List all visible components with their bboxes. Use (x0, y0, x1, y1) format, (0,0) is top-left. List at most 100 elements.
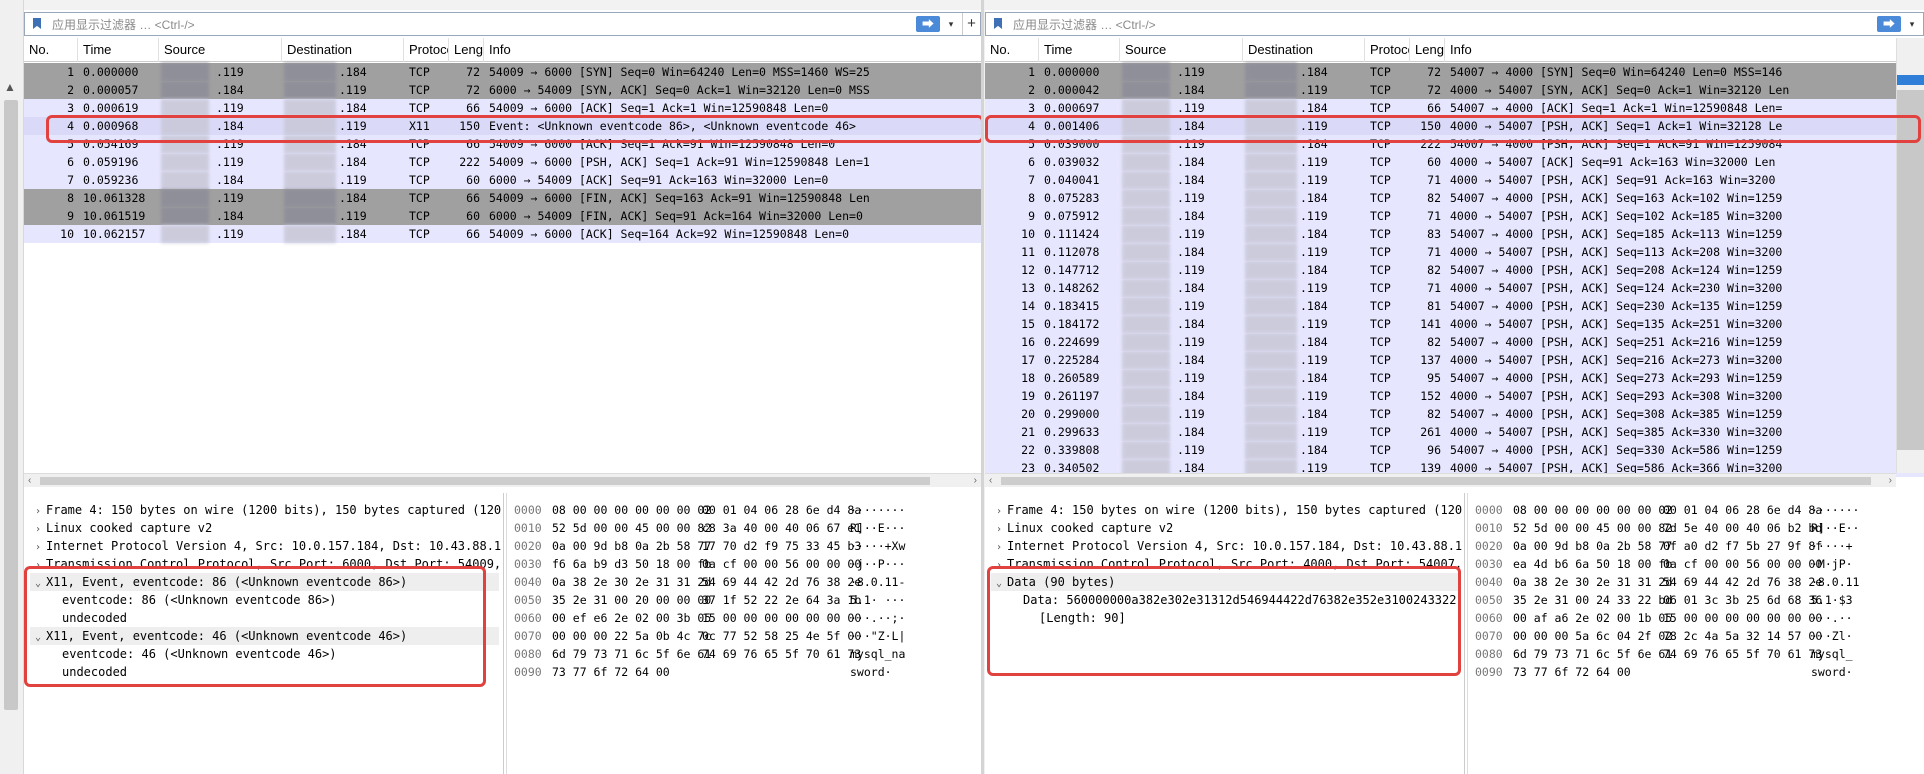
packet-row[interactable]: 5 0.039000 .119 .184 TCP 222 54007 → 4000 [PSH… (985, 135, 1924, 153)
redacted-source-prefix (1122, 261, 1170, 279)
scroll-right-icon[interactable]: › (1889, 474, 1892, 488)
outer-scrollbar-track[interactable] (4, 100, 18, 710)
detail-tree-item[interactable]: [Length: 90] (1023, 609, 1126, 627)
column-header-2[interactable]: Source (1120, 38, 1243, 62)
packet-row[interactable]: 6 0.059196 .119 .184 TCP 222 54009 → 6000 [PSH… (24, 153, 981, 171)
packet-row[interactable]: 17 0.225284 .184 .119 TCP 137 4000 → 54007 [PS… (985, 351, 1924, 369)
column-header-5[interactable]: Lengt (1410, 38, 1445, 62)
hex-a: 73 77 6f 72 64 00 (1513, 665, 1631, 679)
redacted-source-prefix (161, 207, 209, 225)
packet-row[interactable]: 1 0.000000 .119 .184 TCP 72 54009 → 6000 [SYN]… (24, 63, 981, 81)
packet-row[interactable]: 4 0.001406 .184 .119 TCP 150 4000 → 54007 [PSH… (985, 117, 1924, 135)
column-header-4[interactable]: Protoco (404, 38, 449, 62)
detail-tree-item[interactable]: ⌄ X11, Event, eventcode: 86 (<Unknown eve… (30, 573, 499, 591)
detail-tree-item[interactable]: › Linux cooked capture v2 (991, 519, 1173, 537)
packet-row[interactable]: 12 0.147712 .119 .184 TCP 82 54007 → 4000 [PSH… (985, 261, 1924, 279)
packet-row[interactable]: 10 0.111424 .119 .184 TCP 83 54007 → 4000 [PSH… (985, 225, 1924, 243)
packet-row[interactable]: 18 0.260589 .119 .184 TCP 95 54007 → 4000 [PSH… (985, 369, 1924, 387)
redacted-source-prefix (1122, 387, 1170, 405)
hscroll-thumb[interactable] (40, 477, 930, 485)
detail-tree-item[interactable]: ⌄ X11, Event, eventcode: 46 (<Unknown eve… (30, 627, 499, 645)
detail-tree-item[interactable]: › Internet Protocol Version 4, Src: 10.0.… (30, 537, 501, 555)
detail-tree-item[interactable]: › Transmission Control Protocol, Src Port… (30, 555, 501, 573)
detail-tree-item[interactable]: › Frame 4: 150 bytes on wire (1200 bits),… (991, 501, 1462, 519)
expand-chevron-icon[interactable]: ⌄ (991, 575, 1007, 593)
packet-row[interactable]: 1 0.000000 .119 .184 TCP 72 54007 → 4000 [SYN]… (985, 63, 1924, 81)
packet-row[interactable]: 4 0.000968 .184 .119 X11 150 Event: <Unknown e… (24, 117, 981, 135)
scroll-left-icon[interactable]: ‹ (28, 474, 31, 488)
scroll-right-icon[interactable]: › (974, 474, 977, 488)
detail-tree-item[interactable]: eventcode: 46 (<Unknown eventcode 46>) (46, 645, 337, 663)
packet-list-hscroll[interactable]: ‹ › (985, 473, 1896, 487)
packet-row[interactable]: 9 10.061519 .184 .119 TCP 60 6000 → 54009 [FIN… (24, 207, 981, 225)
column-header-0[interactable]: No. (24, 38, 78, 62)
packet-row[interactable]: 14 0.183415 .119 .184 TCP 81 54007 → 4000 [PSH… (985, 297, 1924, 315)
display-filter-bar[interactable]: 应用显示过滤器 … <Ctrl-/> ⮕ ▾ (985, 12, 1924, 36)
expand-chevron-icon[interactable]: ⌄ (30, 575, 46, 593)
hscroll-thumb[interactable] (1001, 477, 1871, 485)
cell-len: 222 (1420, 137, 1441, 151)
packet-row[interactable]: 13 0.148262 .184 .119 TCP 71 4000 → 54007 [PSH… (985, 279, 1924, 297)
detail-tree-item[interactable]: undecoded (46, 609, 127, 627)
detail-tree-item[interactable]: Data: 560000000a382e302e31312d546944422d… (1007, 591, 1456, 609)
column-header-5[interactable]: Lengt (449, 38, 484, 62)
filter-dropdown-icon[interactable]: ▾ (944, 19, 958, 30)
column-header-1[interactable]: Time (1039, 38, 1120, 62)
bookmark-icon[interactable] (991, 17, 1005, 31)
packet-row[interactable]: 6 0.039032 .184 .119 TCP 60 4000 → 54007 [ACK]… (985, 153, 1924, 171)
cell-dst: .119 (1300, 209, 1328, 223)
column-header-4[interactable]: Protoco (1365, 38, 1410, 62)
expand-chevron-icon[interactable]: ⌄ (30, 629, 46, 647)
detail-tree-item[interactable]: › Frame 4: 150 bytes on wire (1200 bits),… (30, 501, 501, 519)
packet-row[interactable]: 11 0.112078 .184 .119 TCP 71 4000 → 54007 [PSH… (985, 243, 1924, 261)
packet-row[interactable]: 5 0.054169 .119 .184 TCP 66 54009 → 6000 [ACK]… (24, 135, 981, 153)
filter-dropdown-icon[interactable]: ▾ (1905, 19, 1919, 30)
packet-row[interactable]: 3 0.000697 .119 .184 TCP 66 54007 → 4000 [ACK]… (985, 99, 1924, 117)
packet-row[interactable]: 8 10.061328 .119 .184 TCP 66 54009 → 6000 [FIN… (24, 189, 981, 207)
column-header-2[interactable]: Source (159, 38, 282, 62)
redacted-destination-prefix (1245, 369, 1297, 387)
display-filter-bar[interactable]: 应用显示过滤器 … <Ctrl-/> ⮕ ▾ + (24, 12, 981, 36)
cell-time: 0.054169 (83, 137, 139, 151)
bookmark-icon[interactable] (30, 17, 44, 31)
packet-row[interactable]: 22 0.339808 .119 .184 TCP 96 54007 → 4000 [PSH… (985, 441, 1924, 459)
display-filter-input[interactable]: 应用显示过滤器 … <Ctrl-/> (1013, 16, 1877, 33)
apply-filter-button[interactable]: ⮕ (1877, 16, 1901, 32)
add-filter-button[interactable]: + (962, 13, 980, 35)
packet-row[interactable]: 19 0.261197 .184 .119 TCP 152 4000 → 54007 [PS… (985, 387, 1924, 405)
packet-row[interactable]: 16 0.224699 .119 .184 TCP 82 54007 → 4000 [PSH… (985, 333, 1924, 351)
column-header-0[interactable]: No. (985, 38, 1039, 62)
column-header-3[interactable]: Destination (282, 38, 404, 62)
column-header-1[interactable]: Time (78, 38, 159, 62)
scroll-up-icon[interactable]: ▲ (4, 80, 16, 94)
cell-time: 0.147712 (1044, 263, 1100, 277)
apply-filter-button[interactable]: ⮕ (916, 16, 940, 32)
packet-row[interactable]: 9 0.075912 .184 .119 TCP 71 4000 → 54007 [PSH,… (985, 207, 1924, 225)
packet-row[interactable]: 7 0.040041 .184 .119 TCP 71 4000 → 54007 [PSH,… (985, 171, 1924, 189)
packet-row[interactable]: 15 0.184172 .184 .119 TCP 141 4000 → 54007 [PS… (985, 315, 1924, 333)
packet-row[interactable]: 20 0.299000 .119 .184 TCP 82 54007 → 4000 [PSH… (985, 405, 1924, 423)
packet-row[interactable]: 2 0.000042 .184 .119 TCP 72 4000 → 54007 [SYN,… (985, 81, 1924, 99)
vscroll-thumb[interactable] (1897, 90, 1924, 450)
packet-row[interactable]: 3 0.000619 .119 .184 TCP 66 54009 → 6000 [ACK]… (24, 99, 981, 117)
scroll-left-icon[interactable]: ‹ (989, 474, 992, 488)
packet-row[interactable]: 2 0.000057 .184 .119 TCP 72 6000 → 54009 [SYN,… (24, 81, 981, 99)
column-header-3[interactable]: Destination (1243, 38, 1365, 62)
display-filter-input[interactable]: 应用显示过滤器 … <Ctrl-/> (52, 16, 916, 33)
detail-tree-item[interactable]: › Internet Protocol Version 4, Src: 10.0.… (991, 537, 1462, 555)
redacted-destination-prefix (1245, 135, 1297, 153)
column-header-6[interactable]: Info (1445, 38, 1924, 62)
packet-list-vscroll[interactable] (1896, 38, 1924, 473)
packet-row[interactable]: 8 0.075283 .119 .184 TCP 82 54007 → 4000 [PSH,… (985, 189, 1924, 207)
detail-tree-item[interactable]: eventcode: 86 (<Unknown eventcode 86>) (46, 591, 337, 609)
detail-tree-item[interactable]: undecoded (46, 663, 127, 681)
packet-row[interactable]: 10 10.062157 .119 .184 TCP 66 54009 → 6000 [AC… (24, 225, 981, 243)
packet-row[interactable]: 21 0.299633 .184 .119 TCP 261 4000 → 54007 [PS… (985, 423, 1924, 441)
column-header-6[interactable]: Info (484, 38, 981, 62)
detail-tree-item[interactable]: › Linux cooked capture v2 (30, 519, 212, 537)
detail-tree-item[interactable]: › Transmission Control Protocol, Src Port… (991, 555, 1462, 573)
hex-a: 0a 00 9d b8 0a 2b 58 77 (1513, 539, 1673, 553)
packet-row[interactable]: 7 0.059236 .184 .119 TCP 60 6000 → 54009 [ACK]… (24, 171, 981, 189)
packet-list-hscroll[interactable]: ‹ › (24, 473, 981, 487)
detail-tree-item[interactable]: ⌄ Data (90 bytes) (991, 573, 1460, 591)
